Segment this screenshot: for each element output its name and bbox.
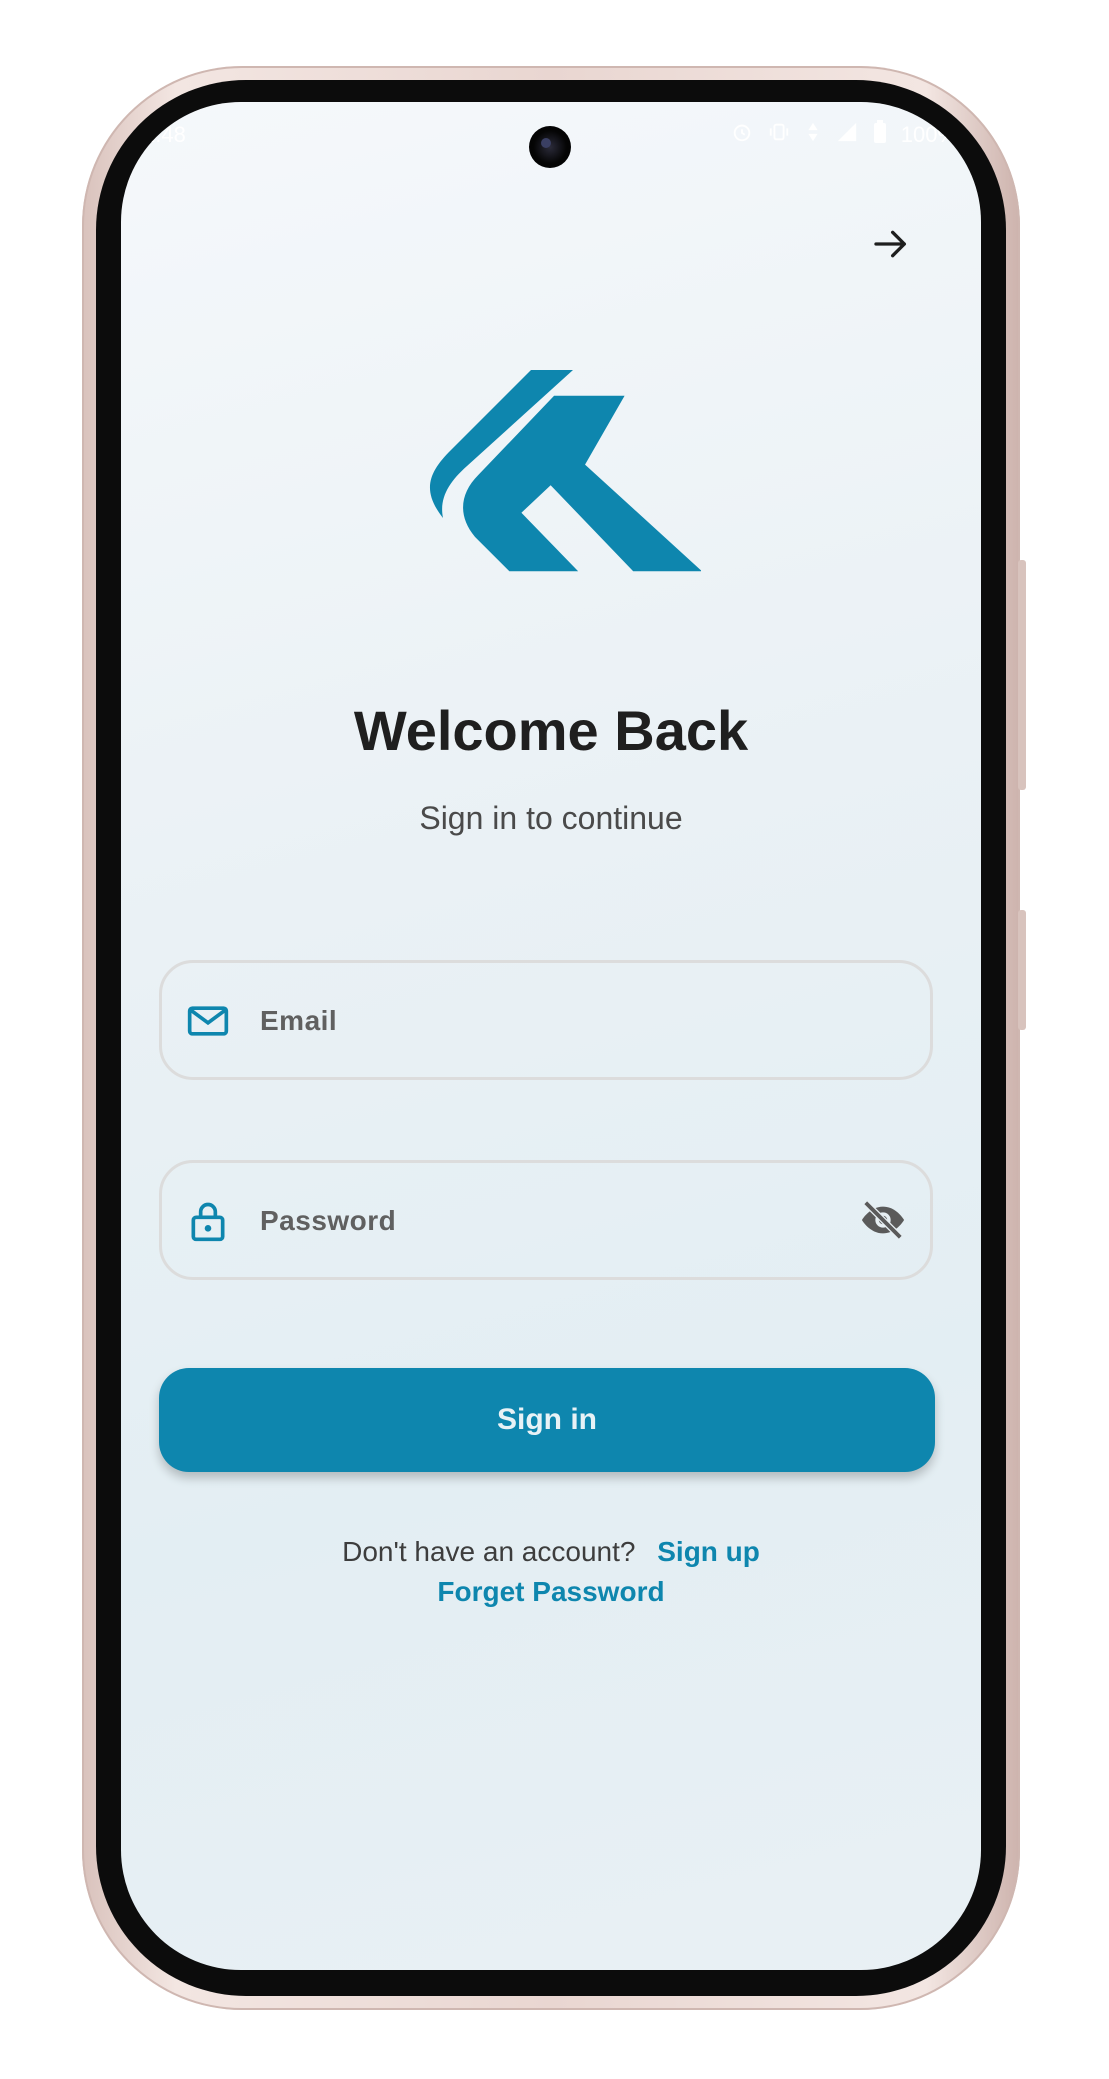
alarm-icon xyxy=(731,121,753,149)
arrow-right-icon xyxy=(874,230,906,258)
app-screen: 1:48 100% Welcome Back Sign in to contin… xyxy=(121,102,981,1970)
page-title: Welcome Back xyxy=(353,699,749,762)
skip-button[interactable] xyxy=(865,218,917,270)
signal-icon xyxy=(835,121,859,149)
forget-password-link[interactable]: Forget Password xyxy=(437,1576,664,1607)
mail-icon xyxy=(187,1006,229,1036)
status-icons: 100% xyxy=(731,120,957,150)
email-field[interactable] xyxy=(159,960,933,1080)
screenshot-canvas: 1:48 100% Welcome Back Sign in to contin… xyxy=(0,0,1109,2079)
eye-off-icon[interactable] xyxy=(858,1197,908,1243)
battery-icon xyxy=(873,120,887,150)
page-subtitle: Sign in to continue xyxy=(419,800,683,836)
front-camera xyxy=(529,126,571,168)
vibrate-icon xyxy=(767,121,791,149)
email-input[interactable] xyxy=(258,963,822,1079)
lock-icon xyxy=(191,1202,225,1242)
data-icon xyxy=(805,121,821,149)
volume-button xyxy=(1018,560,1026,790)
signup-prompt: Don't have an account? Sign up xyxy=(121,1536,981,1568)
sign-up-link[interactable]: Sign up xyxy=(657,1536,760,1567)
password-input[interactable] xyxy=(258,1163,822,1279)
no-account-text: Don't have an account? xyxy=(342,1536,636,1567)
sign-in-button[interactable]: Sign in xyxy=(159,1368,935,1472)
power-button xyxy=(1018,910,1026,1030)
double-chevron-logo xyxy=(429,370,701,572)
battery-percent: 100% xyxy=(900,122,957,147)
forget-password-row: Forget Password xyxy=(121,1576,981,1608)
status-time: 1:48 xyxy=(143,122,186,147)
password-field[interactable] xyxy=(159,1160,933,1280)
